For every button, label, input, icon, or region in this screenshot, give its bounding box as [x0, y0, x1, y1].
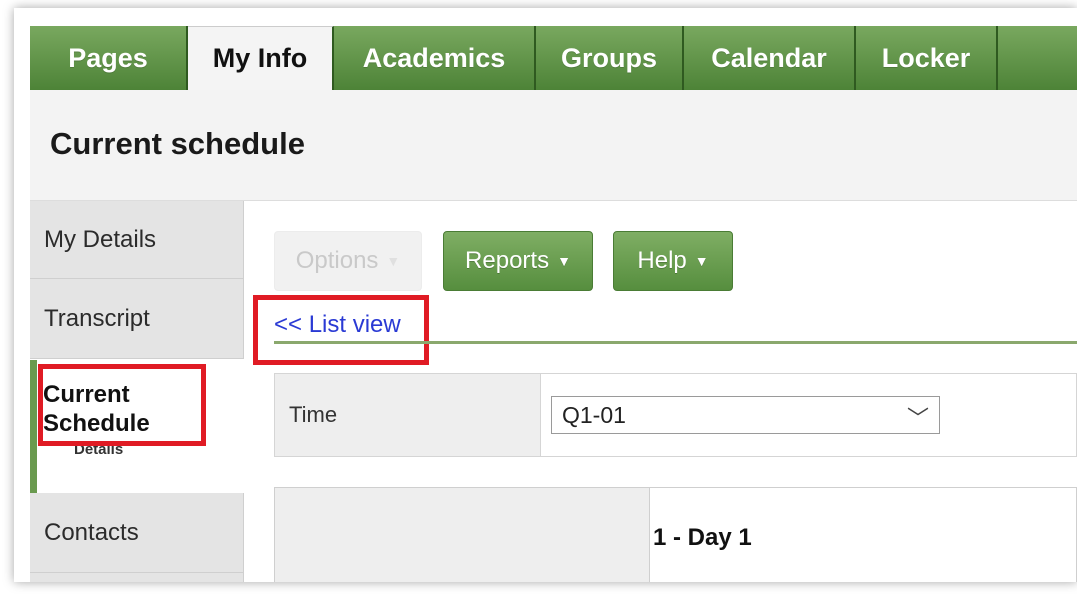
- main-tab-bar: Pages My Info Academics Groups Calendar …: [30, 26, 1077, 91]
- time-label: Time: [275, 374, 541, 456]
- tab-locker[interactable]: Locker: [856, 26, 998, 90]
- chevron-down-icon: ▼: [557, 253, 571, 269]
- reports-button[interactable]: Reports ▼: [443, 231, 593, 291]
- chevron-down-icon: ▼: [386, 253, 401, 269]
- sidebar-item-label: Transcript: [44, 304, 150, 332]
- app-window: Pages My Info Academics Groups Calendar …: [30, 26, 1077, 582]
- time-select[interactable]: Q1-01 ﹀: [551, 396, 940, 434]
- tab-pages[interactable]: Pages: [30, 26, 188, 90]
- chevron-down-icon: ▼: [694, 253, 709, 269]
- page-title: Current schedule: [50, 126, 305, 161]
- sidebar-item-my-details[interactable]: My Details: [30, 201, 244, 279]
- help-button-label: Help: [637, 247, 687, 274]
- sidebar-item-label: My Details: [44, 225, 157, 253]
- tab-calendar[interactable]: Calendar: [684, 26, 856, 90]
- tab-groups[interactable]: Groups: [536, 26, 684, 90]
- schedule-grid-corner-cell: [275, 488, 650, 582]
- options-button[interactable]: Options ▼: [274, 231, 422, 291]
- divider: [274, 341, 1077, 344]
- time-filter-row: Time Q1-01 ﹀: [274, 373, 1077, 457]
- page-header: Current schedule: [30, 90, 1077, 201]
- sidebar-item-transcript[interactable]: Transcript: [30, 279, 244, 359]
- tab-bar-filler: [998, 26, 1077, 90]
- chevron-down-icon: ﹀: [906, 406, 929, 431]
- main-content: Options ▼ Reports ▼ Help ▼ << List view …: [244, 201, 1077, 582]
- reports-button-label: Reports: [465, 247, 550, 274]
- screenshot-frame: Pages My Info Academics Groups Calendar …: [14, 8, 1077, 582]
- help-button[interactable]: Help ▼: [613, 231, 733, 291]
- sidebar-item-contacts[interactable]: Contacts: [30, 493, 244, 573]
- sidebar-item-label: Contacts: [44, 518, 139, 546]
- time-select-value: Q1-01: [562, 401, 626, 428]
- sidebar-item-next[interactable]: [30, 573, 244, 582]
- schedule-column-header: 1 - Day 1: [653, 524, 752, 551]
- highlight-box-current-schedule: [38, 364, 206, 446]
- options-button-label: Options: [295, 247, 379, 274]
- tab-my-info[interactable]: My Info: [188, 26, 334, 90]
- side-navigation: My Details Transcript Current Schedule D…: [30, 201, 244, 582]
- schedule-grid: 1 - Day 1: [274, 487, 1077, 582]
- highlight-box-list-view: [253, 295, 429, 365]
- tab-academics[interactable]: Academics: [334, 26, 536, 90]
